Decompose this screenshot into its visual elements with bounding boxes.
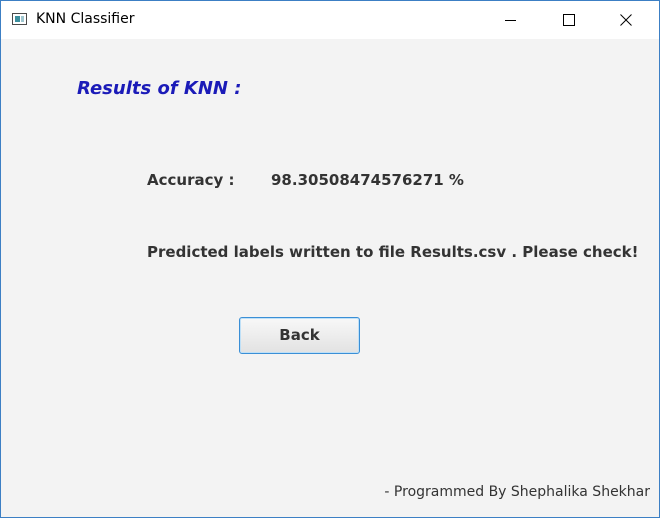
window-title: KNN Classifier [36,11,135,27]
accuracy-value: 98.30508474576271 % [271,171,464,189]
close-icon [620,14,632,26]
maximize-icon [563,14,575,26]
predicted-labels-message: Predicted labels written to file Results… [147,243,639,261]
minimize-button[interactable] [488,1,534,39]
footer-credit: - Programmed By Shephalika Shekhar [384,484,650,500]
accuracy-label: Accuracy : [147,171,235,189]
title-bar[interactable]: KNN Classifier [1,1,659,39]
results-heading: Results of KNN : [77,78,242,99]
minimize-icon [505,20,516,21]
maximize-button[interactable] [545,1,591,39]
close-button[interactable] [603,1,649,39]
back-button[interactable]: Back [239,317,360,354]
java-app-icon [12,13,27,25]
app-window: KNN Classifier Results of KNN : Accuracy… [0,0,660,518]
results-panel: Results of KNN : Accuracy : 98.305084745… [1,39,659,517]
